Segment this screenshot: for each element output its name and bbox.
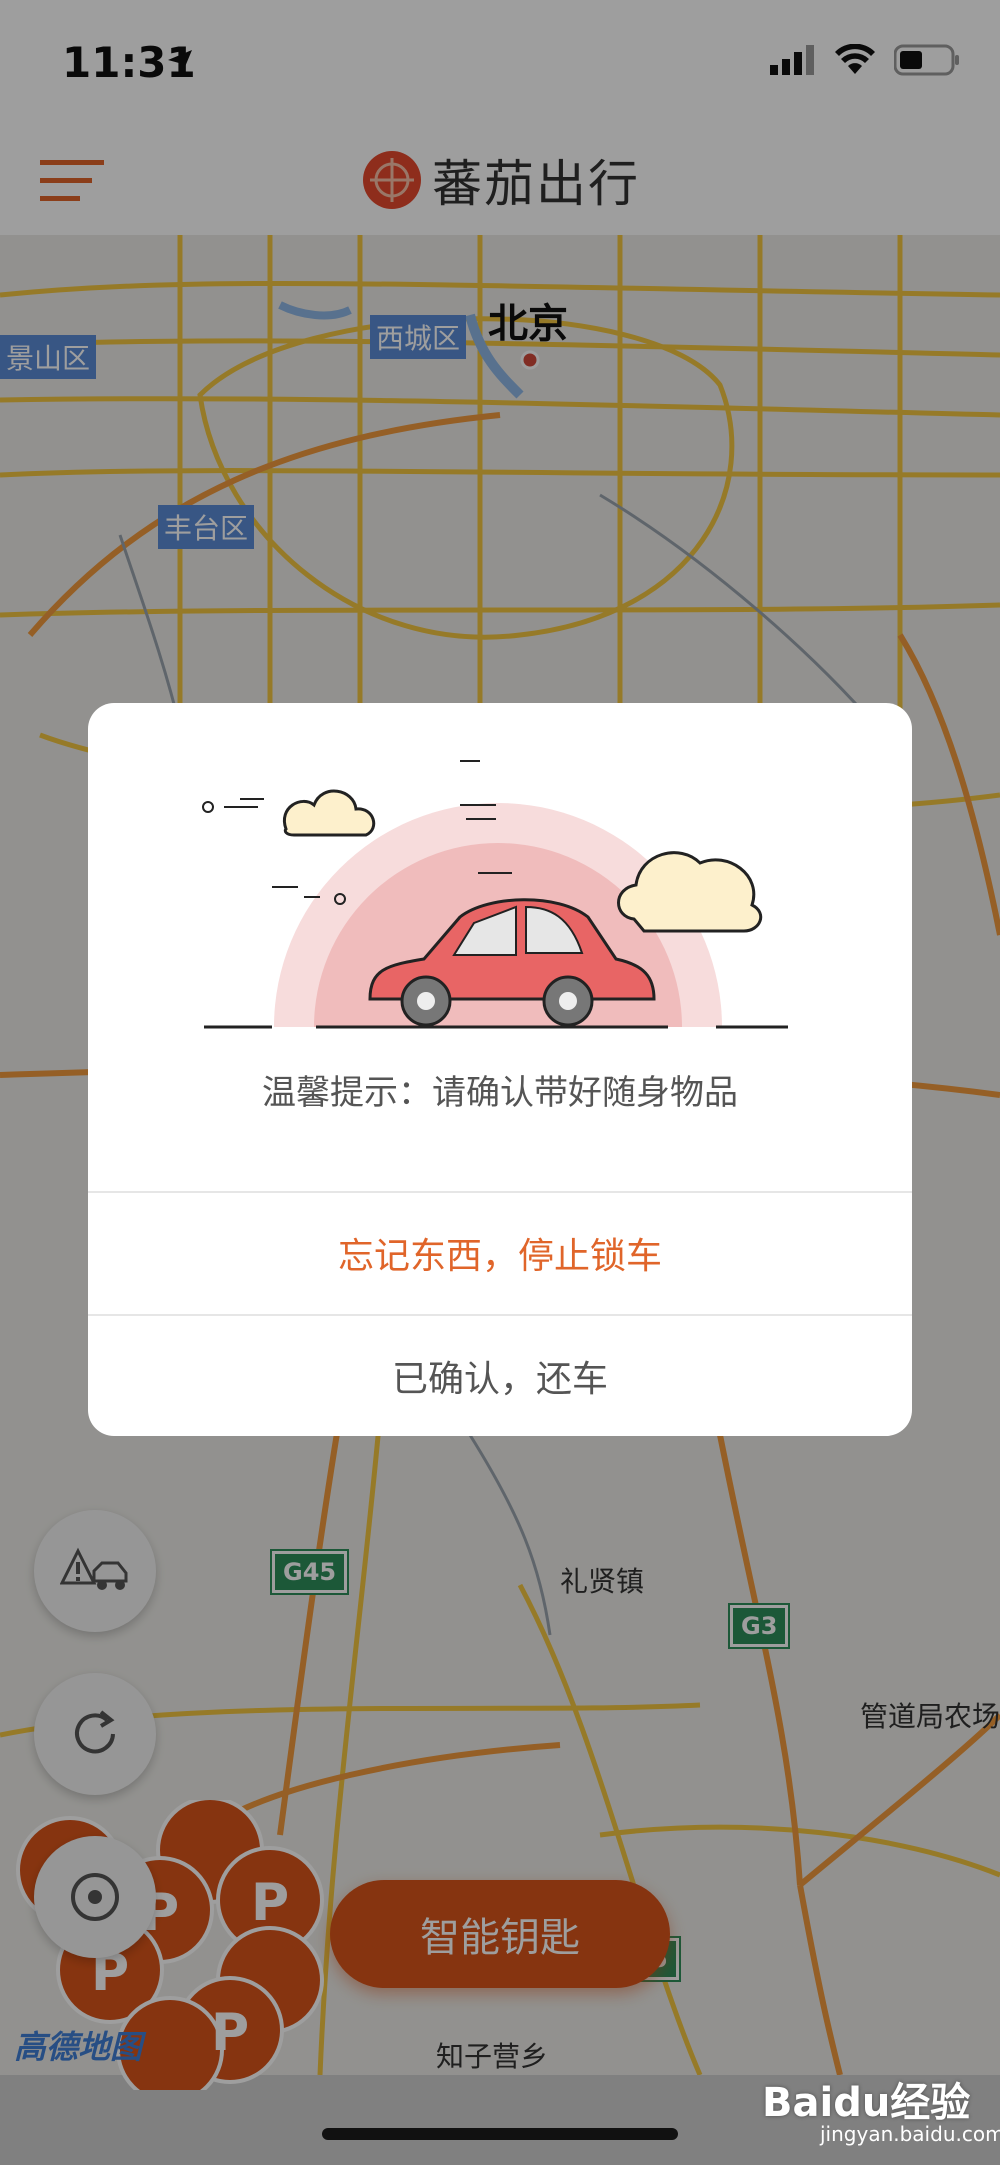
confirm-return-button[interactable]: 已确认，还车 — [88, 1316, 912, 1436]
car-illustration — [202, 760, 788, 1029]
watermark: Baidu经验 — [762, 2080, 971, 2126]
stop-lock-button[interactable]: 忘记东西，停止锁车 — [88, 1193, 912, 1313]
reminder-message: 温馨提示：请确认带好随身物品 — [262, 1073, 738, 1113]
watermark-url: jingyan.baidu.com — [820, 2122, 1000, 2146]
home-indicator[interactable] — [322, 2128, 678, 2140]
return-car-dialog: 温馨提示：请确认带好随身物品 忘记东西，停止锁车 已确认，还车 — [88, 703, 912, 1436]
